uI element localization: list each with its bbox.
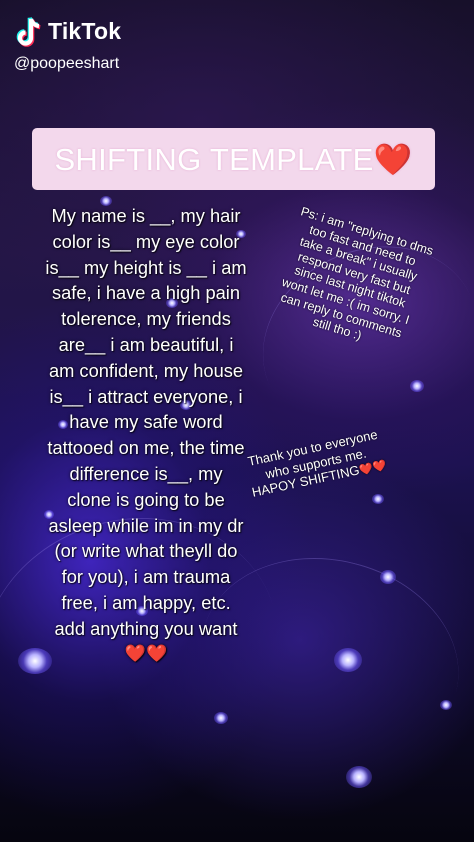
creator-handle: @poopeeshart xyxy=(14,55,120,72)
fairy-light xyxy=(346,766,372,788)
template-line: clone is going to be xyxy=(67,488,225,510)
template-line: tolerence, my friends xyxy=(61,308,231,330)
banner-title: SHIFTING TEMPLATE xyxy=(54,141,374,177)
template-line: difference is__, my xyxy=(69,462,223,484)
template-line: safe, i have a high pain xyxy=(51,282,241,304)
banner-title-wrap: SHIFTING TEMPLATE❤️ xyxy=(54,141,412,178)
template-line: free, i am happy, etc. xyxy=(61,591,231,613)
template-line: tattooed on me, the time xyxy=(47,437,245,459)
template-text: My name is __, my hair color is__ my eye… xyxy=(28,203,264,667)
red-hearts-icon: ❤️❤️ xyxy=(358,458,388,478)
tiktok-app-name: TikTok xyxy=(48,18,122,44)
fairy-light xyxy=(334,648,362,672)
template-line: is__ my height is __ i am xyxy=(45,256,247,278)
tiktok-note-icon xyxy=(16,17,41,47)
template-line: color is__ my eye color xyxy=(52,230,240,252)
red-heart-icon: ❤️ xyxy=(373,141,413,178)
red-hearts-icon: ❤️❤️ xyxy=(124,643,168,664)
template-line: have my safe word xyxy=(69,411,223,433)
template-line: am confident, my house xyxy=(48,359,244,381)
fairy-light xyxy=(372,494,384,504)
template-line: is__ i attract everyone, i xyxy=(49,385,243,407)
template-line: add anything you want xyxy=(54,617,238,639)
template-line: My name is __, my hair xyxy=(51,205,241,226)
template-line: asleep while im in my dr xyxy=(48,514,244,536)
template-line: for you), i am trauma xyxy=(61,566,231,588)
fairy-light xyxy=(380,570,396,584)
fairy-light xyxy=(440,700,452,710)
tiktok-video-frame: TikTok @poopeeshart SHIFTING TEMPLATE❤️ … xyxy=(0,0,474,842)
template-line: (or write what theyll do xyxy=(54,540,238,562)
fairy-light xyxy=(410,380,424,392)
fairy-light xyxy=(214,712,228,724)
title-banner: SHIFTING TEMPLATE❤️ xyxy=(32,128,435,190)
template-line: are__ i am beautiful, i xyxy=(58,333,234,355)
